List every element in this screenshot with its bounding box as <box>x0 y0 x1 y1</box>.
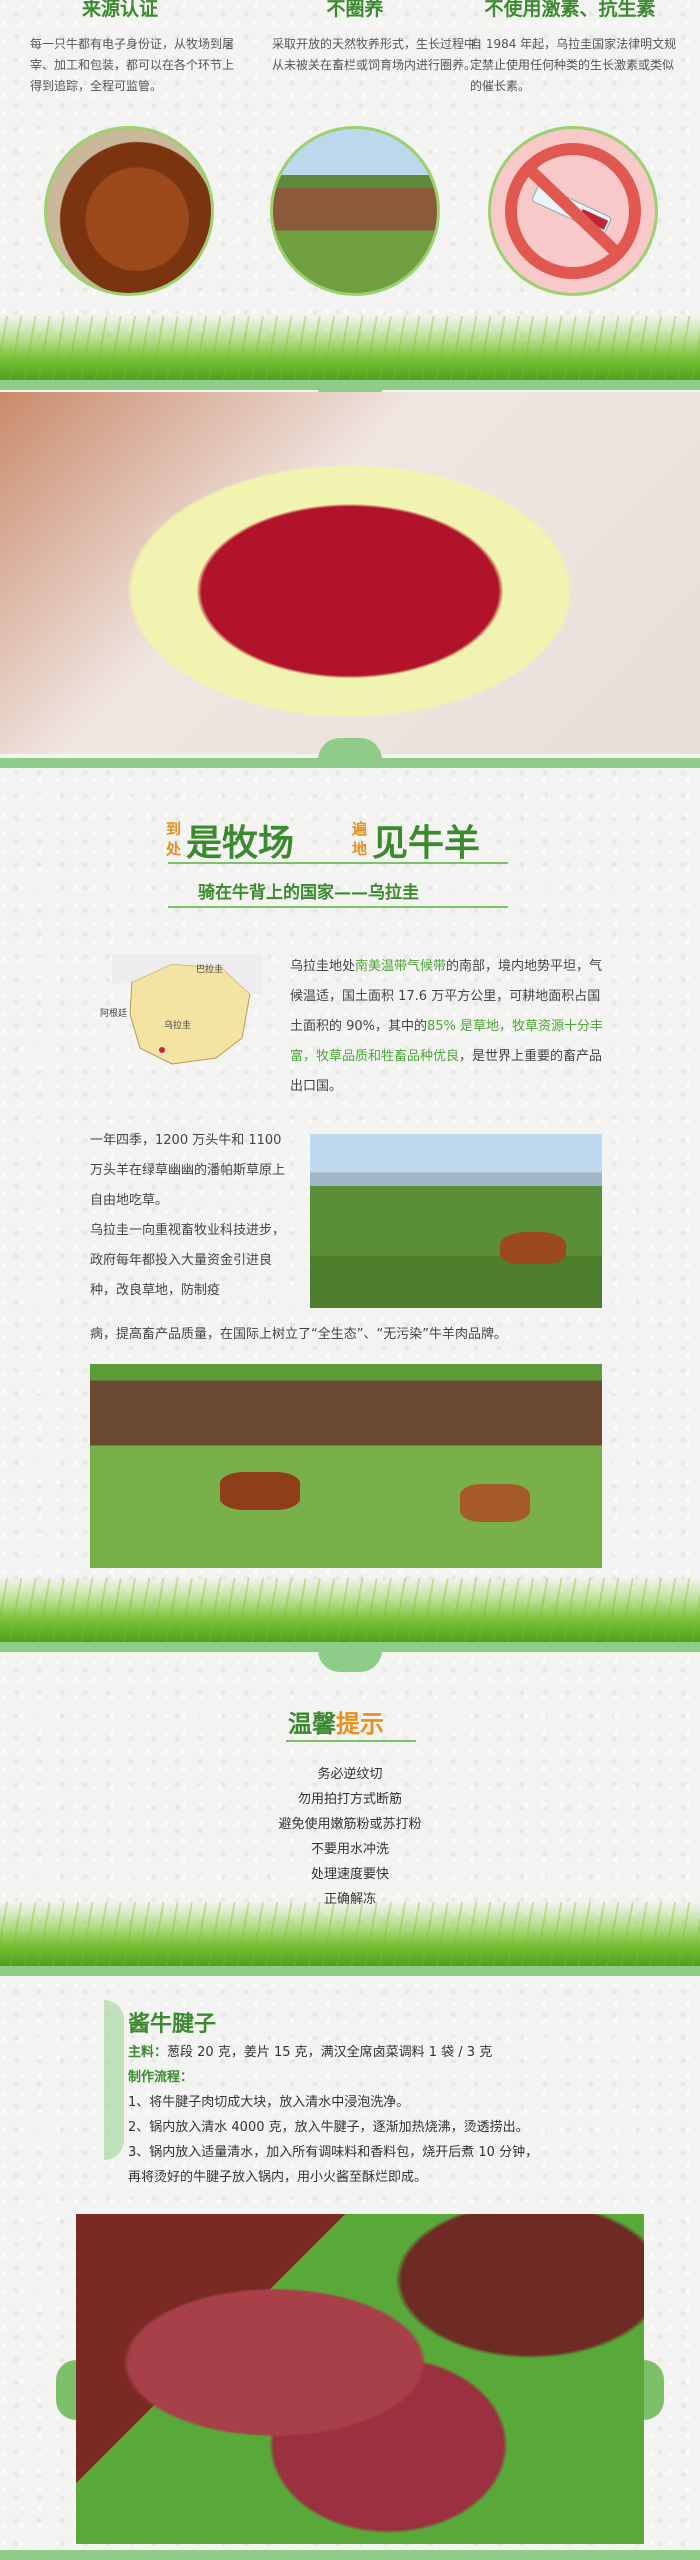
recipe-title: 酱牛腱子 <box>128 2012 217 2037</box>
recipe-step: 3、锅内放入适量清水，加入所有调味料和香料包，烧开后煮 10 分钟， <box>128 2145 539 2160</box>
feature-title-no-hormones: 不使用激素、抗生素 <box>484 0 656 20</box>
recipe-side-tab <box>104 2000 124 2160</box>
braised-beef-photo <box>76 2214 644 2544</box>
map-label-argentina: 阿根廷 <box>100 1009 128 1019</box>
title-big-text: 是牧场 <box>186 823 295 864</box>
uruguay-map: 巴拉圭 阿根廷 乌拉圭 <box>100 954 262 1066</box>
side-tab-right <box>644 2360 664 2420</box>
green-band <box>0 2550 700 2560</box>
feature-text-source: 每一只牛都有电子身份证，从牧场到屠宰、加工和包装，都可以在各个环节上得到追踪，全… <box>30 37 235 93</box>
grass-divider <box>0 1578 700 1642</box>
map-label-paraguay: 巴拉圭 <box>196 965 224 975</box>
tip-item: 不要用水冲洗 <box>310 1842 389 1857</box>
green-band <box>0 758 700 768</box>
band-bump <box>318 1650 382 1672</box>
feature-title-free-range: 不圈养 <box>326 0 384 20</box>
title-big-text: 见牛羊 <box>372 823 481 864</box>
recipe-step: 再将烫好的牛腱子放入锅内，用小火酱至酥烂即成。 <box>128 2170 428 2185</box>
map-label-uruguay: 乌拉圭 <box>164 1021 192 1031</box>
recipe-step: 1、将牛腱子肉切成大块，放入清水中浸泡洗净。 <box>128 2095 410 2110</box>
feature-text-free-range: 采取开放的天然牧养形式，生长过程中从未被关在畜栏或饲育场内进行圈养。 <box>272 37 477 72</box>
recipe-step: 2、锅内放入清水 4000 克，放入牛腱子，逐渐加热烧沸，烫透捞出。 <box>128 2120 529 2135</box>
ranch-subtitle: 骑在牛背上的国家——乌拉圭 <box>198 883 419 903</box>
tip-item: 避免使用嫩筋粉或苏打粉 <box>278 1817 422 1832</box>
title-small-char: 遍 <box>352 820 368 838</box>
tips-underline <box>286 1740 416 1742</box>
tips-list: 务必逆纹切 勿用拍打方式断筋 避免使用嫩筋粉或苏打粉 不要用水冲洗 处理速度要快… <box>0 1762 700 1912</box>
title-small-char: 处 <box>166 840 182 858</box>
tip-item: 勿用拍打方式断筋 <box>297 1792 402 1807</box>
side-tab-left <box>56 2360 76 2420</box>
raw-beef-photo <box>0 392 700 754</box>
ranch-paragraph-2: 一年四季，1200 万头牛和 1100 万头羊在绿草幽幽的潘帕斯草原上自由地吃草… <box>90 1133 286 1208</box>
ranch-paragraph-1: 乌拉圭地处南美温带气候带的南部，境内地势平坦，气候温适，国土面积 17.6 万平… <box>290 959 604 1094</box>
herd-photo <box>270 126 440 296</box>
green-band <box>0 1966 700 1976</box>
title-underline <box>168 862 508 864</box>
title-small-char: 到 <box>166 820 182 838</box>
band-bump <box>318 738 382 760</box>
cattle-herd-photo <box>90 1364 602 1568</box>
tip-item: 务必逆纹切 <box>317 1767 383 1782</box>
tip-item: 处理速度要快 <box>310 1867 389 1882</box>
grass-divider <box>0 1902 700 1966</box>
ranch-paragraph-3: 乌拉圭一向重视畜牧业科技进步，政府每年都投入大量资金引进良种，改良草地，防制疫 <box>90 1223 286 1298</box>
title-underline <box>168 906 508 908</box>
recipe-body: 主料：葱段 20 克，姜片 15 克，满汉全席卤菜调料 1 袋 / 3 克 制作… <box>128 2040 628 2190</box>
tips-title: 温馨提示 <box>288 1710 384 1738</box>
cow-head-photo <box>44 126 214 296</box>
feature-text-no-hormones: 自 1984 年起，乌拉圭国家法律明文规定禁止使用任何种类的生长激素或类似的催长… <box>470 37 677 93</box>
feature-title-source: 来源认证 <box>81 0 158 20</box>
mountain-pasture-photo <box>310 1134 602 1308</box>
grass-divider <box>0 316 700 380</box>
no-syringe-icon <box>488 126 658 296</box>
ranch-paragraph-3-end: 病，提高畜产品质量，在国际上树立了“全生态”、“无污染”牛羊肉品牌。 <box>90 1327 507 1342</box>
title-small-char: 地 <box>352 840 368 858</box>
